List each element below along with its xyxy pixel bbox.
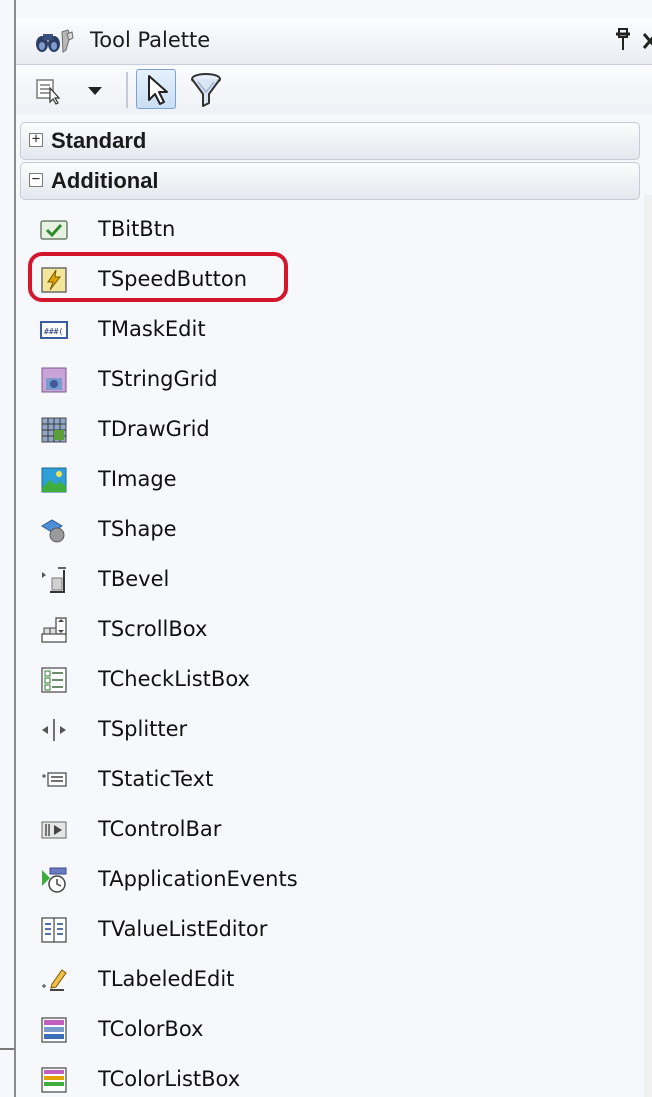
colorbox-icon: [41, 1017, 67, 1043]
drawgrid-icon: [41, 417, 67, 443]
item-label: TValueListEditor: [98, 917, 268, 941]
palette-item-tbitbtn[interactable]: TBitBtn: [20, 205, 640, 255]
controlbar-icon: [41, 821, 67, 839]
item-label: TDrawGrid: [98, 417, 210, 441]
item-label: TShape: [98, 517, 177, 541]
expand-icon[interactable]: +: [29, 132, 43, 147]
item-label: TScrollBox: [98, 617, 208, 641]
shape-icon: [41, 519, 65, 543]
panel-title: Tool Palette: [90, 28, 211, 52]
pointer-arrow-icon: [148, 75, 168, 105]
palette-item-tvaluelisteditor[interactable]: TValueListEditor: [20, 905, 640, 955]
item-label: TSplitter: [98, 717, 188, 741]
toolbar-separator: [126, 72, 128, 108]
palette-item-tstringgrid[interactable]: TStringGrid: [20, 355, 640, 405]
palette-item-tspeedbutton[interactable]: TSpeedButton: [20, 255, 640, 305]
palette-item-tstatictext[interactable]: TStaticText: [20, 755, 640, 805]
image-icon: [41, 467, 67, 493]
item-label: TColorBox: [98, 1017, 204, 1041]
bitbtn-icon: [40, 220, 68, 240]
labelededit-icon: [42, 969, 67, 991]
stringgrid-icon: [41, 367, 67, 393]
item-label: TSpeedButton: [98, 267, 247, 291]
category-label: Additional: [51, 168, 159, 193]
item-label: TBitBtn: [98, 217, 176, 241]
category-label: Standard: [51, 128, 147, 153]
palette-item-tmaskedit[interactable]: ###( TMaskEdit: [20, 305, 640, 355]
palette-item-timage[interactable]: TImage: [20, 455, 640, 505]
palette-item-tbevel[interactable]: TBevel: [20, 555, 640, 605]
item-label: TControlBar: [98, 817, 222, 841]
item-label: TImage: [98, 467, 177, 491]
item-label: TLabeledEdit: [98, 967, 235, 991]
palette-item-tshape[interactable]: TShape: [20, 505, 640, 555]
svg-text:###(: ###(: [44, 327, 63, 336]
dropdown-arrow-icon[interactable]: [84, 70, 106, 110]
close-icon[interactable]: [642, 26, 652, 54]
tool-palette-panel: Tool Palette + Standard − Additional TBi…: [0, 0, 652, 1097]
category-standard[interactable]: + Standard: [20, 122, 640, 160]
palette-item-tsplitter[interactable]: TSplitter: [20, 705, 640, 755]
checklistbox-icon: [41, 667, 67, 693]
panel-title-bar: Tool Palette: [16, 18, 652, 65]
item-label: TCheckListBox: [98, 667, 250, 691]
palette-options-icon[interactable]: [34, 70, 64, 110]
item-label: TBevel: [98, 567, 170, 591]
palette-toolbar: [16, 66, 652, 114]
collapse-icon[interactable]: −: [29, 172, 43, 187]
scrollbox-icon: [41, 617, 67, 643]
item-label: TApplicationEvents: [98, 867, 298, 891]
applicationevents-icon: [42, 867, 67, 893]
item-label: TMaskEdit: [98, 317, 206, 341]
palette-item-tcontrolbar[interactable]: TControlBar: [20, 805, 640, 855]
bevel-icon: [42, 567, 66, 593]
palette-item-tdrawgrid[interactable]: TDrawGrid: [20, 405, 640, 455]
pointer-button[interactable]: [136, 69, 176, 109]
palette-item-tchecklistbox[interactable]: TCheckListBox: [20, 655, 640, 705]
maskedit-icon: ###(: [40, 321, 68, 339]
colorlistbox-icon: [41, 1067, 67, 1093]
category-additional[interactable]: − Additional: [20, 162, 640, 200]
item-label: TStringGrid: [98, 367, 218, 391]
palette-item-tscrollbox[interactable]: TScrollBox: [20, 605, 640, 655]
palette-item-tcolorlistbox[interactable]: TColorListBox: [20, 1055, 640, 1097]
item-label: TStaticText: [98, 767, 214, 791]
binoculars-tool-icon: [36, 29, 74, 53]
pin-icon[interactable]: [612, 26, 634, 54]
panel-left-border: [14, 0, 16, 1097]
scrollbar-track[interactable]: [644, 195, 652, 1097]
item-label: TColorListBox: [98, 1067, 241, 1091]
palette-item-tlabelededit[interactable]: TLabeledEdit: [20, 955, 640, 1005]
splitter-icon: [42, 719, 66, 741]
statictext-icon: [42, 772, 67, 787]
speedbutton-icon: [41, 267, 67, 293]
palette-item-tcolorbox[interactable]: TColorBox: [20, 1005, 640, 1055]
palette-item-tapplicationevents[interactable]: TApplicationEvents: [20, 855, 640, 905]
splitter-stub: [0, 1048, 14, 1050]
filter-icon[interactable]: [188, 70, 224, 110]
valuelisteditor-icon: [41, 917, 67, 943]
